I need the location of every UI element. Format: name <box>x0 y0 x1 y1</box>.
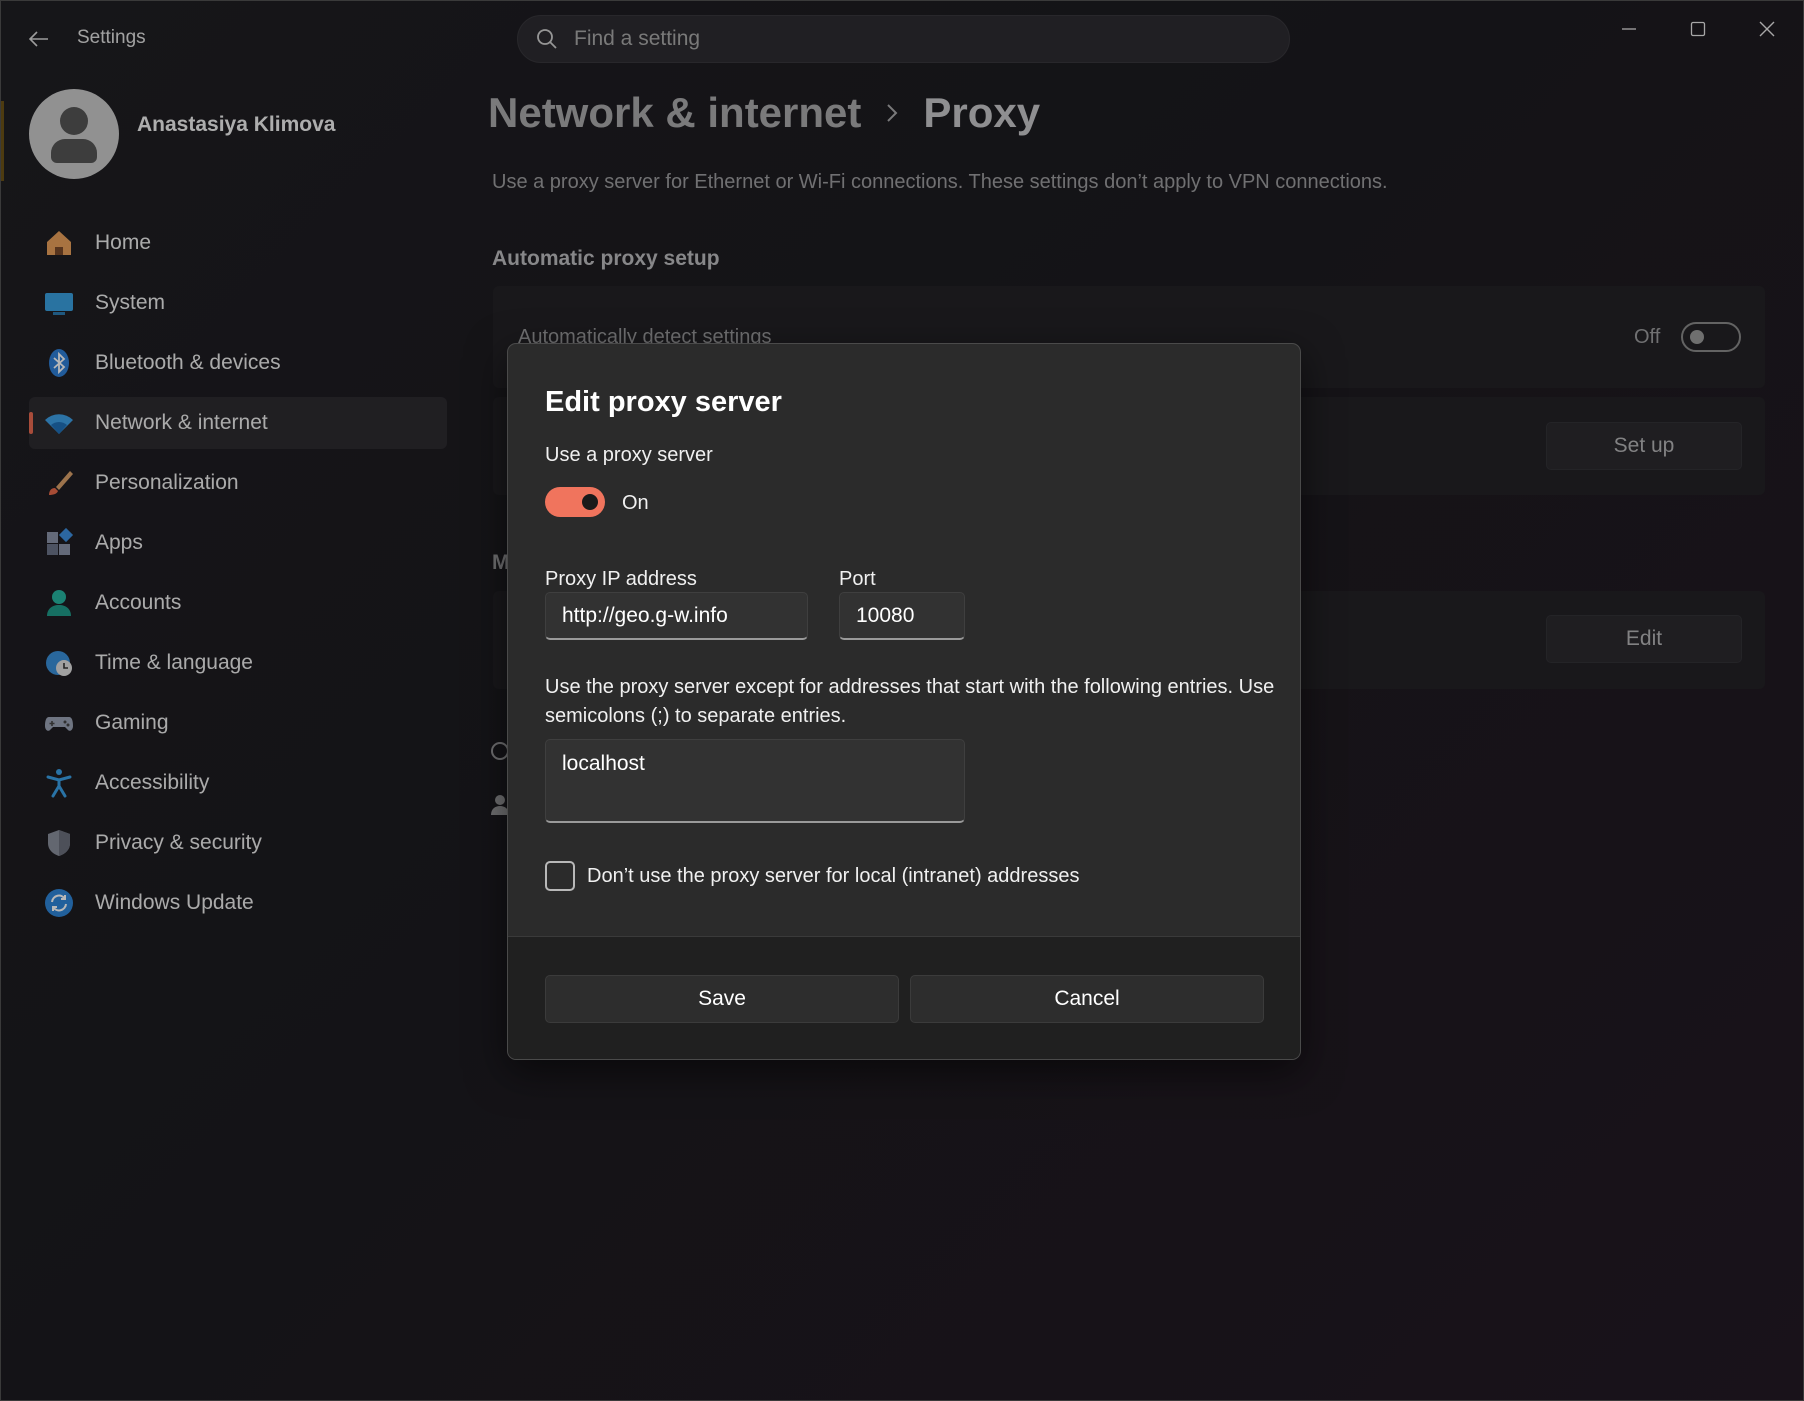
settings-window: Settings Find a setting Anastasiya Klimo… <box>0 0 1804 1401</box>
save-button[interactable]: Save <box>545 975 899 1023</box>
proxy-ip-label: Proxy IP address <box>545 568 697 590</box>
port-label: Port <box>839 568 876 590</box>
use-proxy-state: On <box>622 492 649 514</box>
edit-proxy-dialog: Edit proxy server Use a proxy server On … <box>507 343 1301 1060</box>
use-proxy-label: Use a proxy server <box>545 444 713 466</box>
dialog-footer: Save Cancel <box>508 936 1300 1059</box>
exceptions-textarea[interactable]: localhost <box>545 739 965 823</box>
proxy-ip-input[interactable]: http://geo.g-w.info <box>545 592 808 640</box>
toggle-knob <box>582 494 598 510</box>
local-bypass-option[interactable]: Don’t use the proxy server for local (in… <box>545 861 1079 891</box>
local-bypass-checkbox[interactable] <box>545 861 575 891</box>
port-input[interactable]: 10080 <box>839 592 965 640</box>
local-bypass-label: Don’t use the proxy server for local (in… <box>587 864 1080 887</box>
cancel-button[interactable]: Cancel <box>910 975 1264 1023</box>
dialog-title: Edit proxy server <box>545 386 782 418</box>
exceptions-description: Use the proxy server except for addresse… <box>545 676 1275 727</box>
use-proxy-toggle[interactable] <box>545 487 605 517</box>
